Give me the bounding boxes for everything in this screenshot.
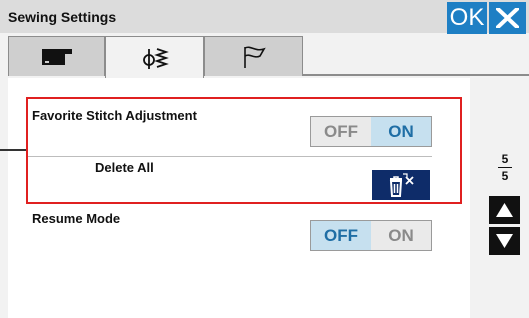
stitch-icon bbox=[142, 47, 169, 69]
page-current: 5 bbox=[501, 152, 509, 166]
tab-general[interactable] bbox=[204, 36, 303, 76]
page-fraction-bar bbox=[498, 167, 512, 168]
flag-icon bbox=[243, 46, 266, 68]
triangle-up-icon bbox=[496, 203, 513, 217]
page-up-button[interactable] bbox=[489, 196, 520, 224]
sewing-machine-icon bbox=[41, 48, 72, 65]
triangle-down-icon bbox=[496, 234, 513, 248]
callout-line bbox=[0, 149, 26, 151]
resume-mode-on-option[interactable]: ON bbox=[371, 221, 431, 250]
close-icon bbox=[496, 8, 519, 28]
resume-mode-label: Resume Mode bbox=[32, 211, 121, 226]
page-total: 5 bbox=[501, 169, 509, 183]
resume-mode-off-option[interactable]: OFF bbox=[311, 221, 371, 250]
tab-bar bbox=[8, 36, 529, 78]
highlight-frame bbox=[26, 97, 462, 204]
page-indicator: 5 5 bbox=[490, 152, 520, 188]
close-button[interactable] bbox=[489, 2, 526, 34]
tab-machine[interactable] bbox=[8, 36, 105, 76]
window-title: Sewing Settings bbox=[8, 9, 117, 25]
page-down-button[interactable] bbox=[489, 227, 520, 255]
tab-stitch[interactable] bbox=[105, 36, 204, 78]
sewing-settings-screen: Sewing Settings OK Favorite Stitch Adjus… bbox=[0, 0, 529, 318]
resume-mode-toggle: OFF ON bbox=[310, 220, 432, 251]
ok-button[interactable]: OK bbox=[447, 2, 487, 34]
